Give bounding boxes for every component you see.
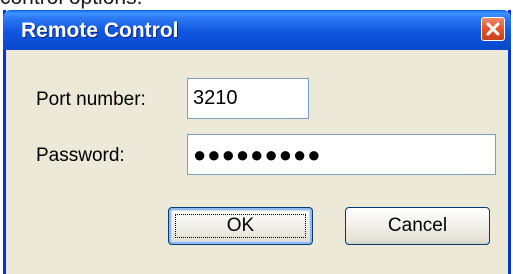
close-button[interactable] bbox=[481, 17, 505, 41]
ok-button[interactable]: OK bbox=[168, 207, 313, 245]
cancel-button-label: Cancel bbox=[387, 215, 448, 236]
title-bar[interactable]: Remote Control bbox=[3, 10, 511, 50]
password-field[interactable]: ●●●●●●●●● bbox=[187, 134, 496, 175]
password-masked-value: ●●●●●●●●● bbox=[193, 141, 322, 167]
port-number-field[interactable]: 3210 bbox=[187, 78, 309, 119]
close-icon bbox=[486, 22, 500, 36]
ok-button-label: OK bbox=[226, 215, 255, 236]
background-page-text: control options. bbox=[0, 0, 142, 8]
cancel-button[interactable]: Cancel bbox=[345, 207, 490, 245]
port-number-label: Port number: bbox=[36, 89, 146, 110]
remote-control-dialog: Remote Control Port number: 3210 Passwor… bbox=[3, 10, 511, 274]
port-number-value: 3210 bbox=[193, 87, 238, 109]
password-label: Password: bbox=[36, 145, 125, 166]
dialog-title: Remote Control bbox=[21, 19, 179, 42]
screen: control options. Remote Control Port num… bbox=[0, 0, 513, 274]
